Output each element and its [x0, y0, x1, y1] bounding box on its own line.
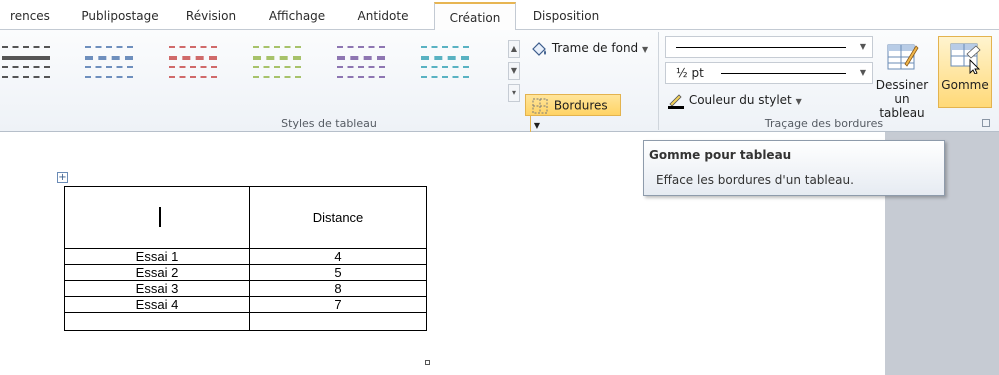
table-style-swatch[interactable]	[0, 44, 52, 88]
dialog-launcher-icon[interactable]	[982, 119, 990, 127]
table-cell[interactable]: 4	[249, 248, 427, 265]
tab-references[interactable]: rences	[2, 4, 58, 28]
ribbon-tab-bar: rences Publipostage Révision Affichage A…	[0, 0, 999, 30]
chevron-down-icon: ▼	[859, 42, 866, 51]
draw-table-icon	[887, 44, 919, 70]
text-cursor	[159, 207, 161, 227]
table-header-row: Distance	[64, 186, 427, 249]
table-row: Essai 2 5	[64, 264, 427, 281]
eraser-table-icon	[950, 43, 981, 74]
tab-revision[interactable]: Révision	[178, 4, 244, 28]
paint-bucket-icon	[532, 41, 546, 56]
table-style-swatch[interactable]	[419, 44, 471, 88]
chevron-down-icon: ▼	[795, 97, 802, 106]
tooltip: Gomme pour tableau Efface les bordures d…	[643, 140, 945, 196]
couleur-stylet-label: Couleur du stylet	[688, 93, 792, 107]
gallery-scroll-up-button[interactable]: ▲	[508, 40, 520, 58]
table-cell[interactable]	[64, 312, 250, 331]
pen-weight-preview	[721, 73, 846, 74]
table-style-swatch[interactable]	[167, 44, 219, 88]
trame-de-fond-button[interactable]: Trame de fond ▼	[530, 38, 648, 58]
table-row: Essai 4 7	[64, 296, 427, 313]
tab-publipostage[interactable]: Publipostage	[76, 4, 164, 28]
gomme-button[interactable]: Gomme	[938, 36, 992, 108]
table-style-swatch[interactable]	[335, 44, 387, 88]
table-resize-handle-icon[interactable]	[425, 360, 430, 365]
table-cell-text: Distance	[312, 210, 364, 225]
bordures-button[interactable]: Bordures ▼	[525, 94, 621, 136]
table-row: Essai 1 4	[64, 248, 427, 265]
document-table[interactable]: Distance Essai 1 4 Essai 2 5 Essai 3 8 E…	[64, 186, 427, 331]
table-move-handle-icon[interactable]: +	[57, 172, 68, 183]
gallery-more-button[interactable]: ▾	[508, 84, 520, 102]
dessiner-tableau-button[interactable]: Dessiner un tableau	[870, 36, 934, 120]
pen-weight-combo[interactable]: ½ pt ▼	[665, 62, 873, 84]
tab-affichage[interactable]: Affichage	[261, 4, 333, 28]
tab-disposition[interactable]: Disposition	[522, 4, 610, 28]
table-cell[interactable]: 8	[249, 280, 427, 297]
table-cell[interactable]	[64, 186, 250, 249]
couleur-stylet-button[interactable]: Couleur du stylet ▼	[667, 90, 802, 110]
line-style-combo[interactable]: ▼	[665, 36, 873, 58]
table-style-swatch[interactable]	[83, 44, 135, 88]
trame-de-fond-label: Trame de fond	[551, 41, 639, 55]
tooltip-title: Gomme pour tableau	[649, 148, 792, 162]
bordures-label: Bordures	[553, 98, 608, 113]
pen-weight-value: ½ pt	[676, 66, 704, 80]
chevron-down-icon: ▼	[642, 45, 649, 54]
table-cell[interactable]: Distance	[249, 186, 427, 249]
gallery-scroll-down-button[interactable]: ▼	[508, 62, 520, 80]
ribbon: ▲ ▼ ▾ Trame de fond ▼ Bordures ▼ Styles …	[0, 29, 999, 136]
table-cell[interactable]: Essai 4	[64, 296, 250, 313]
tab-creation[interactable]: Création	[434, 2, 516, 30]
table-row: Essai 3 8	[64, 280, 427, 297]
gomme-label: Gomme	[941, 78, 989, 92]
group-label-styles: Styles de tableau	[281, 117, 377, 130]
table-cell[interactable]: Essai 1	[64, 248, 250, 265]
tab-antidote[interactable]: Antidote	[348, 4, 418, 28]
group-label-tracage: Traçage des bordures	[764, 117, 884, 130]
table-cell[interactable]: 7	[249, 296, 427, 313]
table-cell[interactable]: Essai 3	[64, 280, 250, 297]
table-cell[interactable]: 5	[249, 264, 427, 281]
pen-color-icon	[668, 93, 684, 109]
table-cell[interactable]	[249, 312, 427, 331]
chevron-down-icon: ▼	[859, 68, 866, 77]
tooltip-description: Efface les bordures d'un tableau.	[656, 173, 854, 187]
dessiner-label-line1: Dessiner	[875, 78, 929, 92]
table-cell[interactable]: Essai 2	[64, 264, 250, 281]
line-style-preview	[676, 47, 846, 48]
table-style-swatch[interactable]	[251, 44, 303, 88]
borders-icon	[532, 98, 548, 113]
table-row	[64, 312, 427, 331]
